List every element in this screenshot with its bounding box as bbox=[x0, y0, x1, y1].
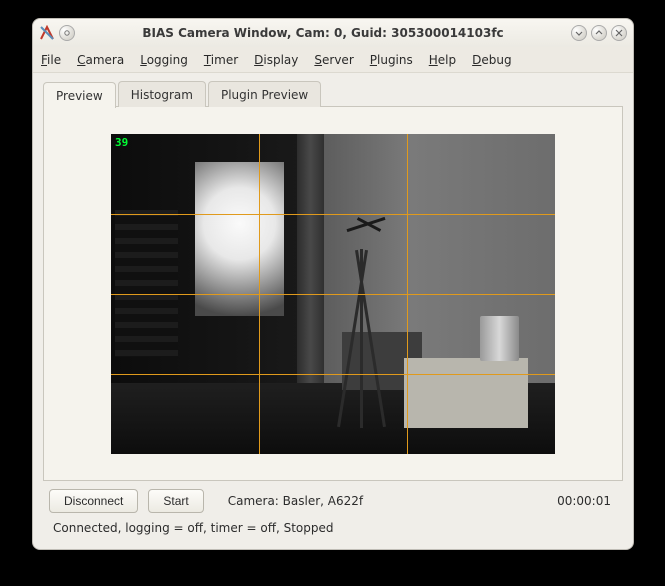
status-bar: Connected, logging = off, timer = off, S… bbox=[43, 517, 623, 543]
app-window: BIAS Camera Window, Cam: 0, Guid: 305300… bbox=[32, 18, 634, 550]
close-button[interactable] bbox=[611, 25, 627, 41]
minimize-button[interactable] bbox=[571, 25, 587, 41]
bottom-bar: Disconnect Start Camera: Basler, A622f 0… bbox=[43, 481, 623, 517]
app-icon bbox=[39, 25, 55, 41]
tab-panel-preview: 39 bbox=[43, 106, 623, 481]
elapsed-timer: 00:00:01 bbox=[557, 494, 617, 508]
titlebar-pin-button[interactable] bbox=[59, 25, 75, 41]
menu-debug[interactable]: Debug bbox=[472, 53, 511, 67]
maximize-button[interactable] bbox=[591, 25, 607, 41]
window-title: BIAS Camera Window, Cam: 0, Guid: 305300… bbox=[75, 26, 571, 40]
tab-histogram[interactable]: Histogram bbox=[118, 81, 206, 107]
disconnect-button[interactable]: Disconnect bbox=[49, 489, 138, 513]
camera-preview: 39 bbox=[111, 134, 555, 454]
menu-display[interactable]: Display bbox=[254, 53, 298, 67]
tab-preview[interactable]: Preview bbox=[43, 82, 116, 108]
grid-line bbox=[111, 374, 555, 375]
content-area: Preview Histogram Plugin Preview bbox=[33, 73, 633, 549]
camera-info-label: Camera: Basler, A622f bbox=[228, 494, 363, 508]
tab-plugin-preview[interactable]: Plugin Preview bbox=[208, 81, 321, 107]
menu-logging[interactable]: Logging bbox=[140, 53, 188, 67]
grid-line bbox=[111, 294, 555, 295]
menu-file[interactable]: File bbox=[41, 53, 61, 67]
menu-help[interactable]: Help bbox=[429, 53, 456, 67]
menu-plugins[interactable]: Plugins bbox=[370, 53, 413, 67]
tab-strip: Preview Histogram Plugin Preview bbox=[43, 81, 623, 107]
titlebar: BIAS Camera Window, Cam: 0, Guid: 305300… bbox=[33, 19, 633, 47]
menu-server[interactable]: Server bbox=[314, 53, 353, 67]
menu-camera[interactable]: Camera bbox=[77, 53, 124, 67]
menu-timer[interactable]: Timer bbox=[204, 53, 238, 67]
menubar: File Camera Logging Timer Display Server… bbox=[33, 47, 633, 73]
start-button[interactable]: Start bbox=[148, 489, 203, 513]
grid-line bbox=[111, 214, 555, 215]
fps-overlay: 39 bbox=[115, 136, 128, 149]
